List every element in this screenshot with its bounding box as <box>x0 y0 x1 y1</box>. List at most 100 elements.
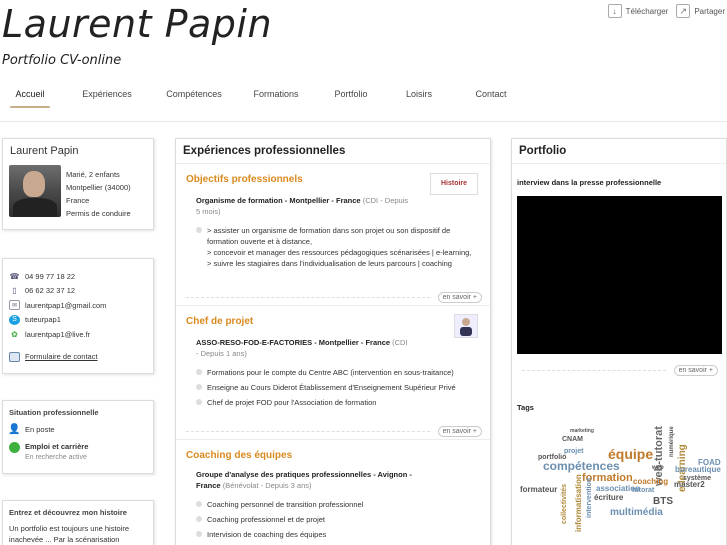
nav-divider <box>0 121 727 122</box>
read-more-button[interactable]: en savoir + <box>437 426 482 437</box>
tags-title: Tags <box>517 403 534 412</box>
nav-label-experiences: Expériences <box>82 89 132 99</box>
list-item: Formations pour le compte du Centre ABC … <box>196 367 475 378</box>
list-item: Coaching personnel de transition profess… <box>196 499 475 510</box>
list-item: Enseigne au Cours Diderot Établissement … <box>196 382 475 393</box>
tag-numerique[interactable]: numérique <box>669 426 675 457</box>
contact-panel: ☎ 04 99 77 18 22 ▯ 06 62 32 37 12 ✉ laur… <box>2 258 154 374</box>
profile-name: Laurent Papin <box>10 145 79 157</box>
list-item: Coaching professionnel et de projet <box>196 514 475 525</box>
nav-item-formations[interactable]: Formations <box>246 86 306 106</box>
tag-marketing[interactable]: marketing <box>570 428 594 434</box>
bullet-text: Chef de projet FOD pour l'Association de… <box>207 398 377 407</box>
contact-email[interactable]: laurentpap1@gmail.com <box>25 301 106 310</box>
tag-cloud: CNAM portfolio projet compétences équipe… <box>520 426 721 532</box>
tag-cnam[interactable]: CNAM <box>562 436 583 443</box>
list-item: Intervision de coaching des équipes <box>196 529 475 540</box>
experience-title[interactable]: Coaching des équipes <box>176 440 490 461</box>
nav-active-indicator <box>10 106 50 108</box>
bullet-text: Coaching professionnel et de projet <box>207 515 325 524</box>
bullet-text: Intervision de coaching des équipes <box>207 530 327 539</box>
histoire-thumbnail: Histoire <box>430 173 478 195</box>
bullet-icon <box>196 501 202 507</box>
site-title: Laurent Papin <box>2 2 273 46</box>
skype-icon: S <box>9 314 20 325</box>
experience-meta-1: (CDI <box>392 338 408 347</box>
nav-item-accueil[interactable]: Accueil <box>0 86 60 108</box>
profile-family: Marié, 2 enfants <box>66 170 120 179</box>
tag-ecriture[interactable]: écriture <box>594 493 624 502</box>
share-button[interactable]: ↗ Partager <box>676 4 725 18</box>
experience-bullets: Formations pour le compte du Centre ABC … <box>176 359 490 408</box>
person-icon: 👤 <box>8 424 21 435</box>
download-button[interactable]: ↓ Télécharger <box>607 4 669 18</box>
site-subtitle: Portfolio CV-online <box>2 53 122 68</box>
divider <box>522 370 666 371</box>
contact-skype[interactable]: tuteurpap1 <box>25 315 61 324</box>
histoire-thumbnail-label: Histoire <box>440 180 468 187</box>
tag-intervention[interactable]: intervention <box>586 478 593 518</box>
top-actions: ↓ Télécharger ↗ Partager <box>607 4 725 18</box>
experience-section-objectifs: Objectifs professionnels Histoire Organi… <box>176 164 490 306</box>
tag-bureautique[interactable]: bureautique <box>675 465 721 474</box>
story-text-line2: inachevée ... Par la scénarisation <box>9 535 120 544</box>
tag-bts[interactable]: BTS <box>653 496 673 507</box>
read-more-button[interactable]: en savoir + <box>673 365 718 376</box>
experience-section-coaching: Coaching des équipes Groupe d'analyse de… <box>176 440 490 545</box>
nav-item-experiences[interactable]: Expériences <box>72 86 142 106</box>
experience-org: Groupe d'analyse des pratiques professio… <box>176 461 490 491</box>
profile-info: Marié, 2 enfants Montpellier (34000) Fra… <box>66 168 131 220</box>
status-career-sub: En recherche active <box>25 454 87 461</box>
read-more-button[interactable]: en savoir + <box>437 292 482 303</box>
experiences-title: Expériences professionnelles <box>176 139 490 164</box>
tag-equipe[interactable]: équipe <box>608 446 653 462</box>
msn-icon: ✿ <box>11 329 18 339</box>
experience-bullets: Coaching personnel de transition profess… <box>176 491 490 540</box>
experience-org: ASSO-RESO-FOD-E-FACTORIES - Montpellier … <box>176 327 490 359</box>
bullet-text: > concevoir et manager des ressources pé… <box>207 248 472 257</box>
contact-mobile-row: ▯ 06 62 32 37 12 <box>3 284 153 299</box>
nav-item-portfolio[interactable]: Portfolio <box>326 86 376 106</box>
bullet-icon <box>196 369 202 375</box>
experience-bullets: > assister un organisme de formation dan… <box>176 217 490 269</box>
nav-item-contact[interactable]: Contact <box>469 86 513 106</box>
bullet-icon <box>196 399 202 405</box>
story-text-line1: Un portfolio est toujours une histoire <box>9 524 130 533</box>
nav-label-portfolio: Portfolio <box>334 89 368 99</box>
experience-meta: (Bénévolat - Depuis 3 ans) <box>222 481 312 490</box>
experience-org-name: ASSO-RESO-FOD-E-FACTORIES - Montpellier … <box>196 338 391 347</box>
download-label: Télécharger <box>625 6 669 16</box>
tag-informatisation[interactable]: informatisation <box>574 474 583 532</box>
experience-title[interactable]: Chef de projet <box>176 306 490 327</box>
bullet-text: > suivre les stagiaires dans l'individua… <box>207 259 452 268</box>
contact-msn[interactable]: laurentpap1@live.fr <box>25 330 90 339</box>
experience-org-country: France <box>196 481 221 490</box>
tag-master2[interactable]: master2 <box>674 480 705 489</box>
status-career-row: Emploi et carrière En recherche active <box>3 440 153 465</box>
story-title: Entrez et découvrez mon histoire <box>9 508 127 517</box>
profile-photo <box>9 165 61 217</box>
nav-item-loisirs[interactable]: Loisirs <box>399 86 439 106</box>
tag-projet[interactable]: projet <box>564 448 584 455</box>
bullet-text: > assister un organisme de formation dan… <box>207 226 451 246</box>
bullet-text: Coaching personnel de transition profess… <box>207 500 364 509</box>
phone-icon: ☎ <box>9 271 20 281</box>
tag-web[interactable]: web <box>651 465 664 471</box>
person-avatar-icon <box>454 314 478 338</box>
nav-label-contact: Contact <box>475 89 507 99</box>
experience-meta-2: - Depuis 1 ans) <box>196 349 247 358</box>
download-icon: ↓ <box>607 4 622 18</box>
profile-license: Permis de conduire <box>66 209 131 218</box>
portfolio-panel: Portfolio interview dans la presse profe… <box>511 138 727 545</box>
tag-tutorat[interactable]: tutorat <box>632 487 655 494</box>
experience-org-name: Groupe d'analyse des pratiques professio… <box>196 470 412 479</box>
nav-item-competences[interactable]: Compétences <box>156 86 232 106</box>
contact-form-link[interactable]: Formulaire de contact <box>25 352 98 361</box>
tag-formateur[interactable]: formateur <box>520 485 557 494</box>
form-icon <box>9 351 20 362</box>
video-player[interactable] <box>517 196 722 354</box>
tag-multimedia[interactable]: multimédia <box>610 507 663 518</box>
nav-label-accueil: Accueil <box>15 89 45 99</box>
experience-section-chef-de-projet: Chef de projet ASSO-RESO-FOD-E-FACTORIES… <box>176 306 490 440</box>
tag-collectivites[interactable]: collectivités <box>561 484 568 524</box>
